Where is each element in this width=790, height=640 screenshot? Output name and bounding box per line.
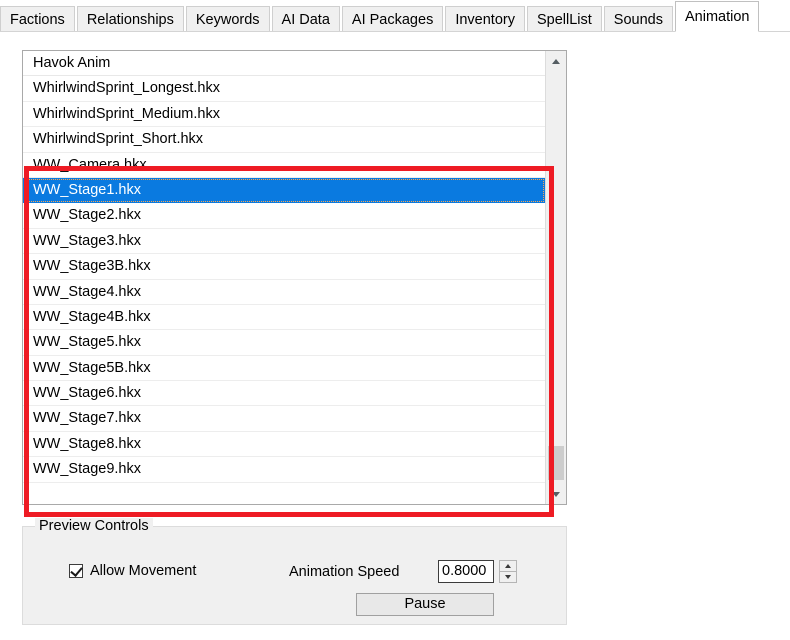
tab-ai-packages[interactable]: AI Packages xyxy=(341,6,444,32)
animation-list-item[interactable]: WW_Camera.hkx xyxy=(23,152,545,178)
tab-keywords[interactable]: Keywords xyxy=(185,6,270,32)
animation-list-rows: WhirlwindSprint_Longest.hkx WhirlwindSpri… xyxy=(23,76,545,483)
scroll-up-button[interactable] xyxy=(546,51,566,71)
tab-strip: Factions Relationships Keywords AI Data … xyxy=(0,0,790,32)
animation-speed-value: 0.8000 xyxy=(442,563,487,579)
animation-list-scrollbar[interactable] xyxy=(545,51,566,504)
animation-tab-screen: Factions Relationships Keywords AI Data … xyxy=(0,0,790,640)
tab-inventory[interactable]: Inventory xyxy=(445,6,525,32)
animation-list-item[interactable]: WW_Stage7.hkx xyxy=(23,406,545,432)
tab-label: Sounds xyxy=(613,12,663,28)
tab-label: AI Packages xyxy=(351,12,434,28)
chevron-down-icon xyxy=(552,491,560,497)
animation-list-item[interactable]: WW_Stage4.hkx xyxy=(23,279,545,305)
animation-speed-label: Animation Speed xyxy=(289,564,400,580)
tab-label: SpellList xyxy=(536,12,592,28)
animation-list-item[interactable]: WW_Stage2.hkx xyxy=(23,203,545,229)
animation-list-item[interactable]: WhirlwindSprint_Longest.hkx xyxy=(23,76,545,102)
triangle-up-icon xyxy=(505,563,511,568)
animation-list-item[interactable]: WW_Stage6.hkx xyxy=(23,381,545,407)
tab-spelllist[interactable]: SpellList xyxy=(526,6,602,32)
preview-controls-group: Preview Controls Allow Movement Animatio… xyxy=(22,518,567,625)
pause-button[interactable]: Pause xyxy=(356,593,494,616)
allow-movement-checkbox[interactable]: Allow Movement xyxy=(69,563,196,579)
tab-factions[interactable]: Factions xyxy=(0,6,75,32)
tab-label: Keywords xyxy=(195,12,260,28)
checkmark-icon xyxy=(70,564,83,577)
animation-list-viewport: Havok Anim WhirlwindSprint_Longest.hkx Wh… xyxy=(23,51,545,504)
tab-label: AI Data xyxy=(281,12,330,28)
scroll-down-button[interactable] xyxy=(546,484,566,504)
tab-label: Animation xyxy=(684,9,750,25)
animation-list-item[interactable]: WW_Stage9.hkx xyxy=(23,457,545,483)
animation-tab-page: Havok Anim WhirlwindSprint_Longest.hkx Wh… xyxy=(0,31,790,640)
tab-sounds[interactable]: Sounds xyxy=(603,6,673,32)
tab-label: Relationships xyxy=(86,12,174,28)
stepper-down-button[interactable] xyxy=(499,571,517,583)
checkbox-box xyxy=(69,564,83,578)
scrollbar-thumb[interactable] xyxy=(548,446,564,480)
animation-list-item[interactable]: WhirlwindSprint_Medium.hkx xyxy=(23,101,545,128)
preview-controls-title: Preview Controls xyxy=(35,518,153,534)
animation-list-item[interactable]: WW_Stage5B.hkx xyxy=(23,355,545,382)
tab-ai-data[interactable]: AI Data xyxy=(271,6,340,32)
animation-list-item[interactable]: WW_Stage3B.hkx xyxy=(23,254,545,280)
animation-list-item[interactable]: WW_Stage8.hkx xyxy=(23,431,545,458)
animation-speed-stepper[interactable] xyxy=(499,560,517,583)
scrollbar-track[interactable] xyxy=(546,71,566,484)
stepper-up-button[interactable] xyxy=(499,560,517,572)
animation-list-item[interactable]: WW_Stage5.hkx xyxy=(23,330,545,356)
animation-list-item[interactable]: WW_Stage3.hkx xyxy=(23,228,545,255)
animation-list-header: Havok Anim xyxy=(23,51,545,77)
tab-animation[interactable]: Animation xyxy=(674,1,760,32)
triangle-down-icon xyxy=(505,574,511,579)
animation-list-item[interactable]: WhirlwindSprint_Short.hkx xyxy=(23,127,545,153)
tab-label: Inventory xyxy=(455,12,515,28)
tab-relationships[interactable]: Relationships xyxy=(76,6,184,32)
tab-label: Factions xyxy=(10,12,65,28)
animation-speed-input[interactable]: 0.8000 xyxy=(438,560,494,583)
allow-movement-label: Allow Movement xyxy=(90,563,197,579)
animation-listbox[interactable]: Havok Anim WhirlwindSprint_Longest.hkx Wh… xyxy=(22,50,567,505)
chevron-up-icon xyxy=(552,58,560,64)
animation-list-item-selected[interactable]: WW_Stage1.hkx xyxy=(23,177,545,204)
animation-list-item[interactable]: WW_Stage4B.hkx xyxy=(23,304,545,331)
